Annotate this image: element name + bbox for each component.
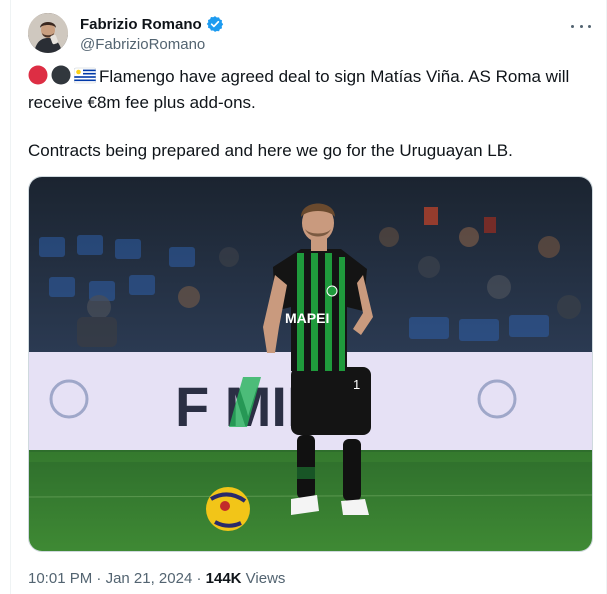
verified-badge-icon[interactable] — [206, 15, 224, 33]
tweet-line-1-text: Flamengo have agreed deal to sign Matías… — [99, 67, 570, 86]
tweet-time[interactable]: 10:01 PM — [28, 570, 92, 587]
tweet-photo[interactable]: F MIM 1 MAPEI — [28, 176, 593, 552]
uruguay-flag-icon — [74, 67, 96, 84]
views-label: Views — [241, 570, 286, 587]
avatar[interactable] — [28, 13, 68, 53]
tweet-line-2: receive €8m fee plus add-ons. — [28, 93, 256, 112]
more-options-icon[interactable] — [571, 16, 591, 36]
meta-separator: · — [92, 570, 106, 587]
tweet-text: Flamengo have agreed deal to sign Matías… — [28, 64, 588, 164]
tweet-metadata: 10:01 PM · Jan 21, 2024 · 144K Views — [28, 570, 285, 587]
author-handle[interactable]: @FabrizioRomano — [80, 36, 224, 53]
author-names: Fabrizio Romano @FabrizioRomano — [80, 14, 224, 53]
red-circle-icon — [28, 65, 48, 85]
tweet-date[interactable]: Jan 21, 2024 — [106, 570, 193, 587]
shirt-sponsor-text: MAPEI — [285, 310, 329, 326]
timeline-left-border — [10, 0, 11, 594]
tweet-header: Fabrizio Romano @FabrizioRomano — [28, 12, 591, 56]
views-count: 144K — [205, 570, 242, 587]
svg-text:1: 1 — [353, 377, 360, 392]
tweet-line-3: Contracts being prepared and here we go … — [28, 141, 513, 160]
black-circle-icon — [51, 65, 71, 85]
tweet-line-1: Flamengo have agreed deal to sign Matías… — [28, 64, 588, 90]
meta-separator: · — [192, 570, 206, 587]
display-name[interactable]: Fabrizio Romano — [80, 16, 202, 33]
